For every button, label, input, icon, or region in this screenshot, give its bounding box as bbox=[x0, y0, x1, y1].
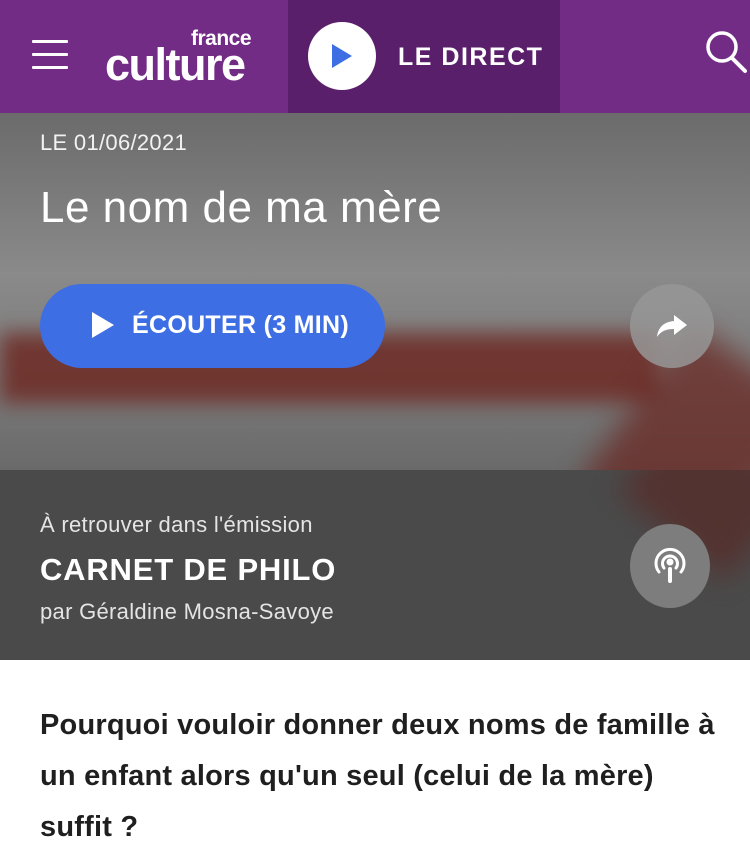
live-play-button[interactable] bbox=[308, 22, 376, 90]
episode-description: Pourquoi vouloir donner deux noms de fam… bbox=[40, 709, 715, 843]
show-intro-text: À retrouver dans l'émission bbox=[40, 512, 313, 537]
episode-hero: LE 01/06/2021 Le nom de ma mère ÉCOUTER … bbox=[0, 113, 750, 470]
episode-title: Le nom de ma mère bbox=[40, 183, 443, 232]
listen-button-label: ÉCOUTER (3 MIN) bbox=[132, 311, 349, 339]
podcast-button[interactable] bbox=[630, 524, 710, 608]
play-icon bbox=[92, 312, 114, 338]
share-button[interactable] bbox=[630, 284, 714, 368]
live-direct-button[interactable]: LE DIRECT bbox=[288, 0, 560, 113]
play-icon bbox=[332, 44, 352, 68]
share-icon bbox=[657, 315, 687, 337]
episode-date: LE 01/06/2021 bbox=[40, 130, 188, 155]
show-name[interactable]: CARNET DE PHILO bbox=[40, 552, 336, 588]
listen-button[interactable]: ÉCOUTER (3 MIN) bbox=[40, 284, 385, 368]
live-direct-label: LE DIRECT bbox=[398, 43, 544, 71]
search-icon[interactable] bbox=[705, 30, 747, 74]
show-author: par Géraldine Mosna-Savoye bbox=[40, 599, 334, 624]
menu-icon[interactable] bbox=[32, 40, 68, 70]
show-card[interactable]: À retrouver dans l'émission CARNET DE PH… bbox=[0, 470, 750, 660]
top-header: france culture LE DIRECT bbox=[0, 0, 750, 113]
logo-big-text: culture bbox=[105, 39, 246, 90]
podcast-icon bbox=[654, 547, 686, 583]
france-culture-logo[interactable]: france culture bbox=[105, 28, 255, 88]
